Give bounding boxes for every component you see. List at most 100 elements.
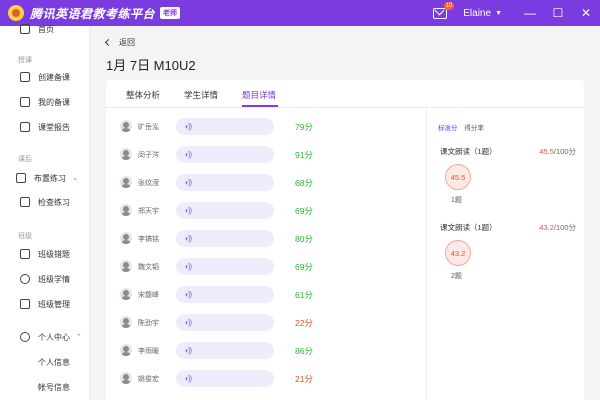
student-row: 魏文韬 ◖)) 69分 — [120, 254, 416, 280]
section-class: 班级 — [18, 233, 32, 240]
mail-icon[interactable]: 10 — [433, 1, 455, 19]
sidebar-item-class-report[interactable]: 课堂报告 — [0, 116, 90, 138]
legend-standard-score[interactable]: 标准分 — [438, 125, 458, 132]
audio-player[interactable]: ◖)) — [176, 314, 274, 331]
audio-player[interactable]: ◖)) — [176, 342, 274, 359]
page-title: 1月 7日 M10U2 — [106, 58, 196, 73]
sidebar-item-personal-center[interactable]: 个人中心 ⌃ — [0, 326, 90, 348]
speaker-wave-icon: ◖)) — [184, 206, 192, 215]
avatar-icon — [120, 372, 132, 384]
role-badge: 老师 — [160, 7, 181, 19]
audio-player[interactable]: ◖)) — [176, 146, 274, 163]
assign-icon — [16, 173, 26, 183]
sidebar-item-label: 创建备课 — [38, 72, 70, 82]
chart-icon — [20, 274, 30, 284]
username[interactable]: Elaine — [463, 8, 491, 19]
student-row: 李镐铭 ◖)) 80分 — [120, 226, 416, 252]
student-score: 69分 — [295, 206, 313, 216]
student-name: 宋馥峰 — [138, 292, 159, 299]
audio-player[interactable]: ◖)) — [176, 174, 274, 191]
student-score: 69分 — [295, 262, 313, 272]
section-after-class: 课后 — [18, 156, 32, 163]
speaker-wave-icon: ◖)) — [184, 290, 192, 299]
student-name: 李雨暖 — [138, 348, 159, 355]
student-score: 80分 — [295, 234, 313, 244]
student-row: 旷岳泓 ◖)) 79分 — [120, 114, 416, 140]
section-prepare: 授课 — [18, 57, 32, 64]
avatar-icon — [120, 176, 132, 188]
mistakes-icon — [20, 249, 30, 259]
question-count: 2题 — [451, 273, 462, 280]
chevron-down-icon[interactable]: ▼ — [495, 10, 502, 17]
back-label: 返回 — [119, 38, 135, 47]
sidebar-item-class-learning[interactable]: 班级学情 — [0, 268, 90, 290]
main-content: 返回 1月 7日 M10U2 整体分析 学生详情 题目详情 旷岳泓 ◖)) 79… — [90, 26, 600, 400]
student-name: 姚俊宏 — [138, 376, 159, 383]
question-name: 课文朗读（1题） — [440, 223, 497, 232]
tab-overall-analysis[interactable]: 整体分析 — [126, 89, 160, 101]
speaker-wave-icon: ◖)) — [184, 234, 192, 243]
sidebar-item-my-lessons[interactable]: 我的备课 — [0, 91, 90, 113]
active-tab-indicator — [242, 105, 278, 107]
student-name: 陈劲宇 — [138, 320, 159, 327]
question-score: 43.2/100分 — [539, 223, 576, 232]
avatar-icon — [120, 232, 132, 244]
student-score: 61分 — [295, 290, 313, 300]
back-button[interactable]: 返回 — [104, 37, 135, 48]
sidebar-item-label: 班级管理 — [38, 299, 70, 309]
avatar-icon — [120, 316, 132, 328]
speaker-wave-icon: ◖)) — [184, 318, 192, 327]
student-row: 李雨暖 ◖)) 86分 — [120, 338, 416, 364]
sidebar-item-create-lesson[interactable]: 创建备课 — [0, 66, 90, 88]
maximize-button[interactable]: ☐ — [544, 0, 572, 26]
student-score: 21分 — [295, 374, 313, 384]
tab-student-detail[interactable]: 学生详情 — [184, 89, 218, 101]
student-name: 闵子涔 — [138, 152, 159, 159]
student-row: 郑天宇 ◖)) 69分 — [120, 198, 416, 224]
audio-player[interactable]: ◖)) — [176, 258, 274, 275]
avatar-icon — [120, 260, 132, 272]
panel-divider — [426, 108, 427, 400]
sidebar-item-class-mistakes[interactable]: 班级错题 — [0, 243, 90, 265]
check-icon — [20, 197, 30, 207]
student-score: 68分 — [295, 178, 313, 188]
sidebar-item-label: 检查练习 — [38, 197, 70, 207]
legend-score-rate[interactable]: 得分率 — [464, 125, 484, 132]
sidebar-item-label: 布置练习 — [34, 173, 66, 183]
sidebar-item-label: 课堂报告 — [38, 122, 70, 132]
tab-bar: 整体分析 学生详情 题目详情 — [106, 80, 584, 108]
audio-player[interactable]: ◖)) — [176, 230, 274, 247]
student-row: 闵子涔 ◖)) 91分 — [120, 142, 416, 168]
question-score: 45.5/100分 — [539, 147, 576, 156]
sidebar-item-label: 首页 — [38, 24, 54, 34]
sidebar-item-personal-info[interactable]: 个人信息 — [38, 357, 70, 368]
notification-badge: 10 — [443, 1, 455, 10]
avatar-icon — [120, 344, 132, 356]
avatar-icon — [120, 288, 132, 300]
score-bubble[interactable]: 43.2 — [445, 240, 471, 266]
sidebar-item-assign-practice[interactable]: 布置练习 ⌄ — [0, 167, 90, 189]
sidebar-item-label: 个人中心 — [38, 332, 70, 342]
sidebar-item-account-info[interactable]: 帐号信息 — [38, 382, 70, 393]
close-button[interactable]: ✕ — [572, 0, 600, 26]
speaker-wave-icon: ◖)) — [184, 374, 192, 383]
student-name: 魏文韬 — [138, 264, 159, 271]
sidebar-item-check-practice[interactable]: 检查练习 — [0, 191, 90, 213]
sidebar-item-class-manage[interactable]: 班级管理 — [0, 293, 90, 315]
tab-question-detail[interactable]: 题目详情 — [242, 89, 276, 101]
sidebar-item-label: 我的备课 — [38, 97, 70, 107]
audio-player[interactable]: ◖)) — [176, 370, 274, 387]
minimize-button[interactable]: — — [516, 0, 544, 26]
sidebar-item-home[interactable]: 首页 — [0, 18, 90, 40]
audio-player[interactable]: ◖)) — [176, 118, 274, 135]
speaker-wave-icon: ◖)) — [184, 346, 192, 355]
student-name: 郑天宇 — [138, 208, 159, 215]
audio-player[interactable]: ◖)) — [176, 286, 274, 303]
score-bubble[interactable]: 45.5 — [445, 164, 471, 190]
chevron-up-icon: ⌃ — [76, 334, 82, 341]
student-score: 79分 — [295, 122, 313, 132]
audio-player[interactable]: ◖)) — [176, 202, 274, 219]
detail-card: 整体分析 学生详情 题目详情 旷岳泓 ◖)) 79分 闵子涔 ◖)) 91分 张… — [106, 80, 584, 400]
student-row: 宋馥峰 ◖)) 61分 — [120, 282, 416, 308]
speaker-wave-icon: ◖)) — [184, 178, 192, 187]
